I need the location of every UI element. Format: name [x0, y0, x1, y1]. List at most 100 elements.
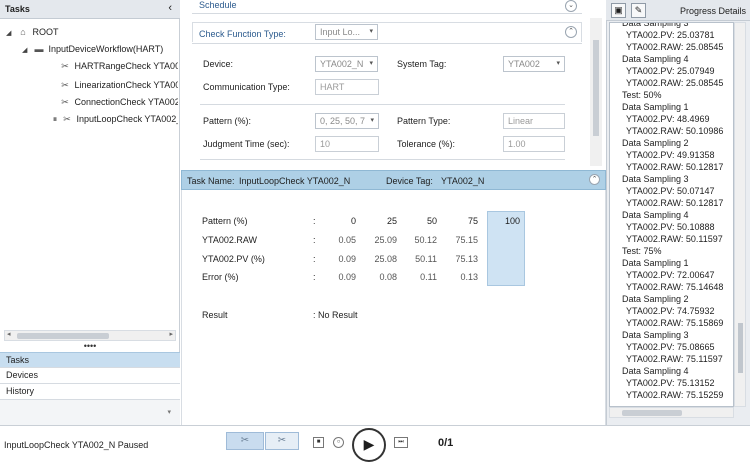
system-tag-select[interactable]: YTA002 ▾	[503, 56, 565, 72]
tree-item-root[interactable]: ◢ ⌂ ROOT	[6, 24, 176, 40]
stop-icon[interactable]: ■	[313, 437, 324, 448]
log-line: Data Sampling 1	[622, 102, 689, 112]
record-icon[interactable]: ○	[333, 437, 344, 448]
log-line: Data Sampling 4	[622, 210, 689, 220]
table-cell: 100	[504, 216, 520, 226]
log-line: Data Sampling 1	[622, 258, 689, 268]
tasks-horizontal-scrollbar[interactable]: ◂ ▸	[4, 330, 176, 341]
tree-item-label: ROOT	[32, 27, 59, 37]
log-line: YTA002.PV: 25.03781	[626, 30, 715, 40]
pause-icon: ⏸	[52, 114, 58, 124]
splitter-grip[interactable]: ••••	[0, 342, 180, 351]
judgment-time-field[interactable]: 10	[315, 136, 379, 152]
clear-log-icon[interactable]: ✎	[631, 3, 646, 18]
nav-tab-devices[interactable]: Devices	[0, 368, 180, 384]
expand-arrow-icon[interactable]: ◢	[6, 26, 16, 40]
select-value: 0, 25, 50, 7	[320, 116, 366, 126]
communication-type-field[interactable]: HART	[315, 79, 379, 95]
schedule-section-header[interactable]: Schedule	[192, 0, 582, 13]
scroll-right-icon[interactable]: ▸	[169, 330, 173, 338]
play-button[interactable]: ▶	[352, 428, 386, 462]
result-value: : No Result	[313, 310, 358, 320]
table-cell: 0.11	[420, 272, 437, 282]
chevron-up-icon[interactable]: ⌃	[565, 26, 577, 38]
log-line: Test: 50%	[622, 90, 662, 100]
pattern-select[interactable]: 0, 25, 50, 7 ▾	[315, 113, 379, 129]
save-icon[interactable]: ▣	[611, 3, 626, 18]
tool-mode-button[interactable]: ✂	[265, 432, 299, 450]
tools-icon: ✂	[61, 80, 69, 90]
log-line: YTA002.PV: 50.07147	[626, 186, 715, 196]
tree-item-label: LinearizationCheck YTA00	[74, 80, 178, 90]
log-vertical-scrollbar[interactable]	[734, 22, 746, 407]
select-value: YTA002	[508, 59, 540, 69]
communication-type-label: Communication Type:	[203, 82, 290, 92]
device-tag-value: YTA002_N	[441, 176, 485, 186]
check-function-type-header: Check Function Type:	[192, 22, 582, 42]
collapse-pane-icon[interactable]: ‹	[168, 2, 172, 14]
tree-item-input-loop-check[interactable]: ⏸ ✂ InputLoopCheck YTA002_	[50, 111, 178, 127]
table-cell: 25	[386, 216, 397, 226]
system-tag-label: System Tag:	[397, 59, 447, 69]
scrollbar-thumb[interactable]	[738, 323, 743, 373]
expand-arrow-icon[interactable]: ◢	[22, 43, 32, 57]
check-function-type-select[interactable]: Input Lo... ▾	[315, 24, 378, 40]
log-line: YTA002.RAW: 50.10986	[626, 126, 724, 136]
tree-item-hart-range-check[interactable]: ✂ HARTRangeCheck YTA002	[58, 58, 178, 74]
device-select[interactable]: YTA002_N ▾	[315, 56, 378, 72]
table-cell: 75.13	[455, 254, 478, 264]
select-value: YTA002_N	[320, 59, 364, 69]
scrollbar-thumb[interactable]	[17, 333, 109, 339]
dropdown-arrow-icon: ▾	[556, 60, 560, 67]
log-line: Test: 75%	[622, 246, 662, 256]
chevron-up-icon[interactable]: ⌃	[589, 174, 600, 185]
tools-icon: ✂	[277, 435, 287, 446]
chevron-down-icon[interactable]: ▾	[167, 408, 171, 416]
skip-forward-icon[interactable]: ⏭	[394, 437, 408, 448]
scrollbar-thumb[interactable]	[622, 410, 682, 416]
tree-item-connection-check[interactable]: ✂ ConnectionCheck YTA002	[58, 94, 178, 110]
progress-log: Data Sampling 3 YTA002.PV: 25.03781 YTA002…	[609, 22, 734, 407]
table-cell: 75.15	[455, 235, 478, 245]
log-line: YTA002.PV: 50.10888	[626, 222, 715, 232]
pattern-type-field[interactable]: Linear	[503, 113, 565, 129]
log-line: YTA002.PV: 75.13152	[626, 378, 715, 388]
log-line: YTA002.RAW: 75.11597	[626, 354, 723, 364]
log-line: YTA002.RAW: 75.15869	[626, 318, 724, 328]
log-line: Data Sampling 4	[622, 54, 689, 64]
scroll-left-icon[interactable]: ◂	[7, 330, 11, 338]
home-icon: ⌂	[20, 27, 26, 37]
log-line: YTA002.PV: 48.4969	[626, 114, 710, 124]
scrollbar-thumb[interactable]	[593, 40, 599, 136]
device-tag-label: Device Tag:	[386, 176, 433, 186]
run-tool-button[interactable]: ✂	[226, 432, 264, 450]
tree-item-linearization-check[interactable]: ✂ LinearizationCheck YTA00	[58, 77, 178, 93]
tolerance-field[interactable]: 1.00	[503, 136, 565, 152]
tools-icon: ✂	[61, 97, 69, 107]
table-cell: 0.08	[379, 272, 397, 282]
config-vertical-scrollbar[interactable]	[590, 18, 602, 166]
log-line: Data Sampling 3	[622, 22, 689, 28]
nav-overflow-area: ▾	[0, 400, 180, 425]
nav-tab-history[interactable]: History	[0, 384, 180, 400]
tasks-pane-title: Tasks	[5, 4, 30, 14]
judgment-time-label: Judgment Time (sec):	[203, 139, 290, 149]
task-name-value: InputLoopCheck YTA002_N	[239, 176, 351, 186]
log-horizontal-scrollbar[interactable]	[609, 407, 734, 418]
row-colon: :	[313, 216, 316, 226]
table-cell: 50.12	[414, 235, 437, 245]
tree-item-workflow[interactable]: ◢ ▬ InputDeviceWorkflow(HART)	[22, 41, 178, 57]
log-line: Data Sampling 4	[622, 366, 689, 376]
divider	[192, 43, 582, 44]
row-label: YTA002.PV (%)	[202, 254, 265, 264]
log-line: YTA002.RAW: 50.12817	[626, 198, 724, 208]
log-line: YTA002.PV: 25.07949	[626, 66, 715, 76]
nav-tab-tasks[interactable]: Tasks	[0, 352, 180, 368]
pattern-label: Pattern (%):	[203, 116, 252, 126]
chevron-down-icon[interactable]: ⌄	[565, 0, 577, 12]
dropdown-arrow-icon: ▾	[369, 60, 373, 67]
table-cell: 0.09	[338, 254, 356, 264]
tree-item-label: ConnectionCheck YTA002	[74, 97, 178, 107]
result-label: Result	[202, 310, 228, 320]
log-line: Data Sampling 3	[622, 174, 689, 184]
